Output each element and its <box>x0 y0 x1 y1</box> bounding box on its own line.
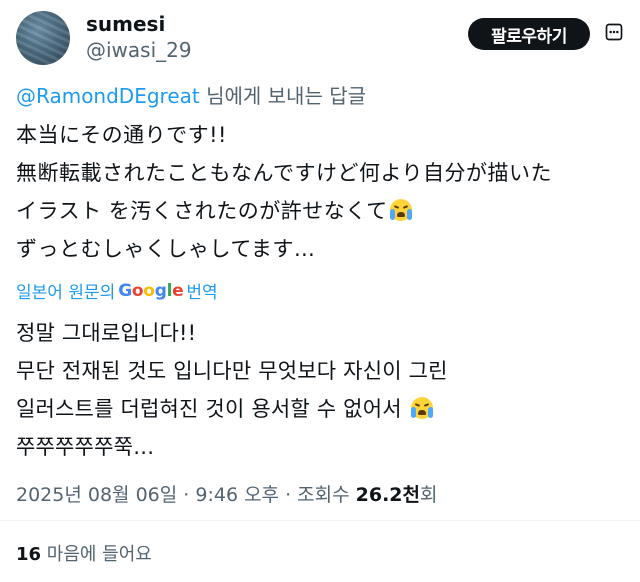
divider <box>0 520 640 521</box>
tweet-line: 本当にその通りです!! <box>16 123 227 147</box>
tweet-line: ずっとむしゃくしゃしてます… <box>16 237 316 261</box>
reply-context: @RamondDEgreat 님에게 보내는 답글 <box>16 80 366 109</box>
follow-button[interactable]: 팔로우하기 <box>468 18 590 50</box>
translation-link[interactable]: 일본어 원문의 Google 번역 <box>16 278 218 304</box>
author-handle[interactable]: @iwasi_29 <box>86 38 192 62</box>
google-logo-letter: e <box>172 280 184 301</box>
tweet-text-translated: 정말 그대로입니다!! 무단 전재된 것도 입니다만 무엇보다 자신이 그린 일… <box>16 314 448 466</box>
avatar[interactable] <box>16 11 70 65</box>
views-suffix: 회 <box>420 484 438 506</box>
translation-suffix: 번역 <box>186 283 218 303</box>
translated-line: 쭈쭈쭈쭈쭈쭉… <box>16 435 155 459</box>
reply-context-suffix: 님에게 보내는 답글 <box>199 84 367 108</box>
translation-prefix: 일본어 원문의 <box>16 283 116 303</box>
views-count: 26.2천 <box>355 484 420 506</box>
tweet-line: イラスト を汚くされたのが許せなくて <box>16 192 552 230</box>
views-label: 조회수 <box>297 484 356 506</box>
meta-separator: · <box>177 484 196 506</box>
google-logo-letter: o <box>143 280 155 301</box>
translated-line: 정말 그대로입니다!! <box>16 321 197 345</box>
tweet-time[interactable]: 9:46 오후 <box>195 484 279 506</box>
google-logo-letter: o <box>131 280 144 301</box>
loudly-crying-face-icon <box>410 397 433 419</box>
tweet-date[interactable]: 2025년 08월 06일 <box>16 484 177 506</box>
tweet-text-original: 本当にその通りです!! 無断転載されたこともなんですけど何より自分が描いた イラ… <box>16 116 552 268</box>
google-logo-letter: g <box>154 280 167 301</box>
likes-stat[interactable]: 16 마음에 들어요 <box>16 540 152 566</box>
meta-separator: · <box>279 484 298 506</box>
author-display-name[interactable]: sumesi <box>86 12 165 36</box>
translated-line: 일러스트를 더럽혀진 것이 용서할 수 없어서 <box>16 390 448 428</box>
google-logo: Google <box>118 281 183 301</box>
translated-line: 무단 전재된 것도 입니다만 무엇보다 자신이 그린 <box>16 359 448 383</box>
more-options-icon[interactable] <box>602 20 626 44</box>
tweet-line-text: イラスト を汚くされたのが許せなくて <box>16 199 388 223</box>
reply-mention-link[interactable]: @RamondDEgreat <box>16 84 200 108</box>
likes-label: 마음에 들어요 <box>41 544 152 565</box>
loudly-crying-face-icon <box>389 199 412 221</box>
google-logo-letter: G <box>118 280 132 301</box>
likes-count: 16 <box>16 544 42 565</box>
tweet-line: 無断転載されたこともなんですけど何より自分が描いた <box>16 161 553 185</box>
tweet-metadata: 2025년 08월 06일 · 9:46 오후 · 조회수 26.2천회 <box>16 480 437 507</box>
translated-line-text: 일러스트를 더럽혀진 것이 용서할 수 없어서 <box>16 397 402 421</box>
